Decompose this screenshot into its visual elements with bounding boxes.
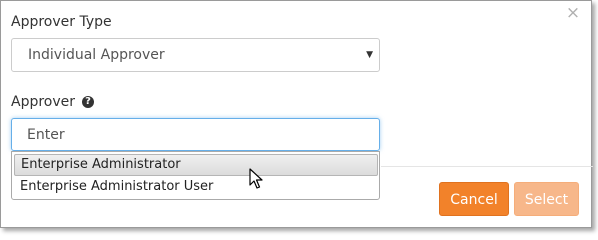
approver-type-selected-value: Individual Approver xyxy=(28,47,165,63)
approver-suggestions-list: Enterprise Administrator Enterprise Admi… xyxy=(11,151,380,200)
dialog: × Approver Type Individual Approver ▼ Ap… xyxy=(0,0,593,228)
approver-label-row: Approver ? xyxy=(11,94,95,110)
suggestion-item-enterprise-administrator-user[interactable]: Enterprise Administrator User xyxy=(14,176,378,198)
cancel-button[interactable]: Cancel xyxy=(439,182,509,216)
chevron-down-icon: ▼ xyxy=(366,50,373,60)
select-button[interactable]: Select xyxy=(514,182,579,216)
close-icon[interactable]: × xyxy=(565,4,581,22)
approver-label: Approver xyxy=(11,94,76,110)
question-circle-icon[interactable]: ? xyxy=(82,96,95,108)
footer-divider xyxy=(381,166,593,167)
mouse-pointer-icon xyxy=(249,168,263,189)
approver-search-input[interactable] xyxy=(11,118,380,151)
approver-type-select[interactable]: Individual Approver ▼ xyxy=(11,38,380,72)
suggestion-item-enterprise-administrator[interactable]: Enterprise Administrator xyxy=(14,154,378,176)
approver-type-label: Approver Type xyxy=(11,14,112,30)
